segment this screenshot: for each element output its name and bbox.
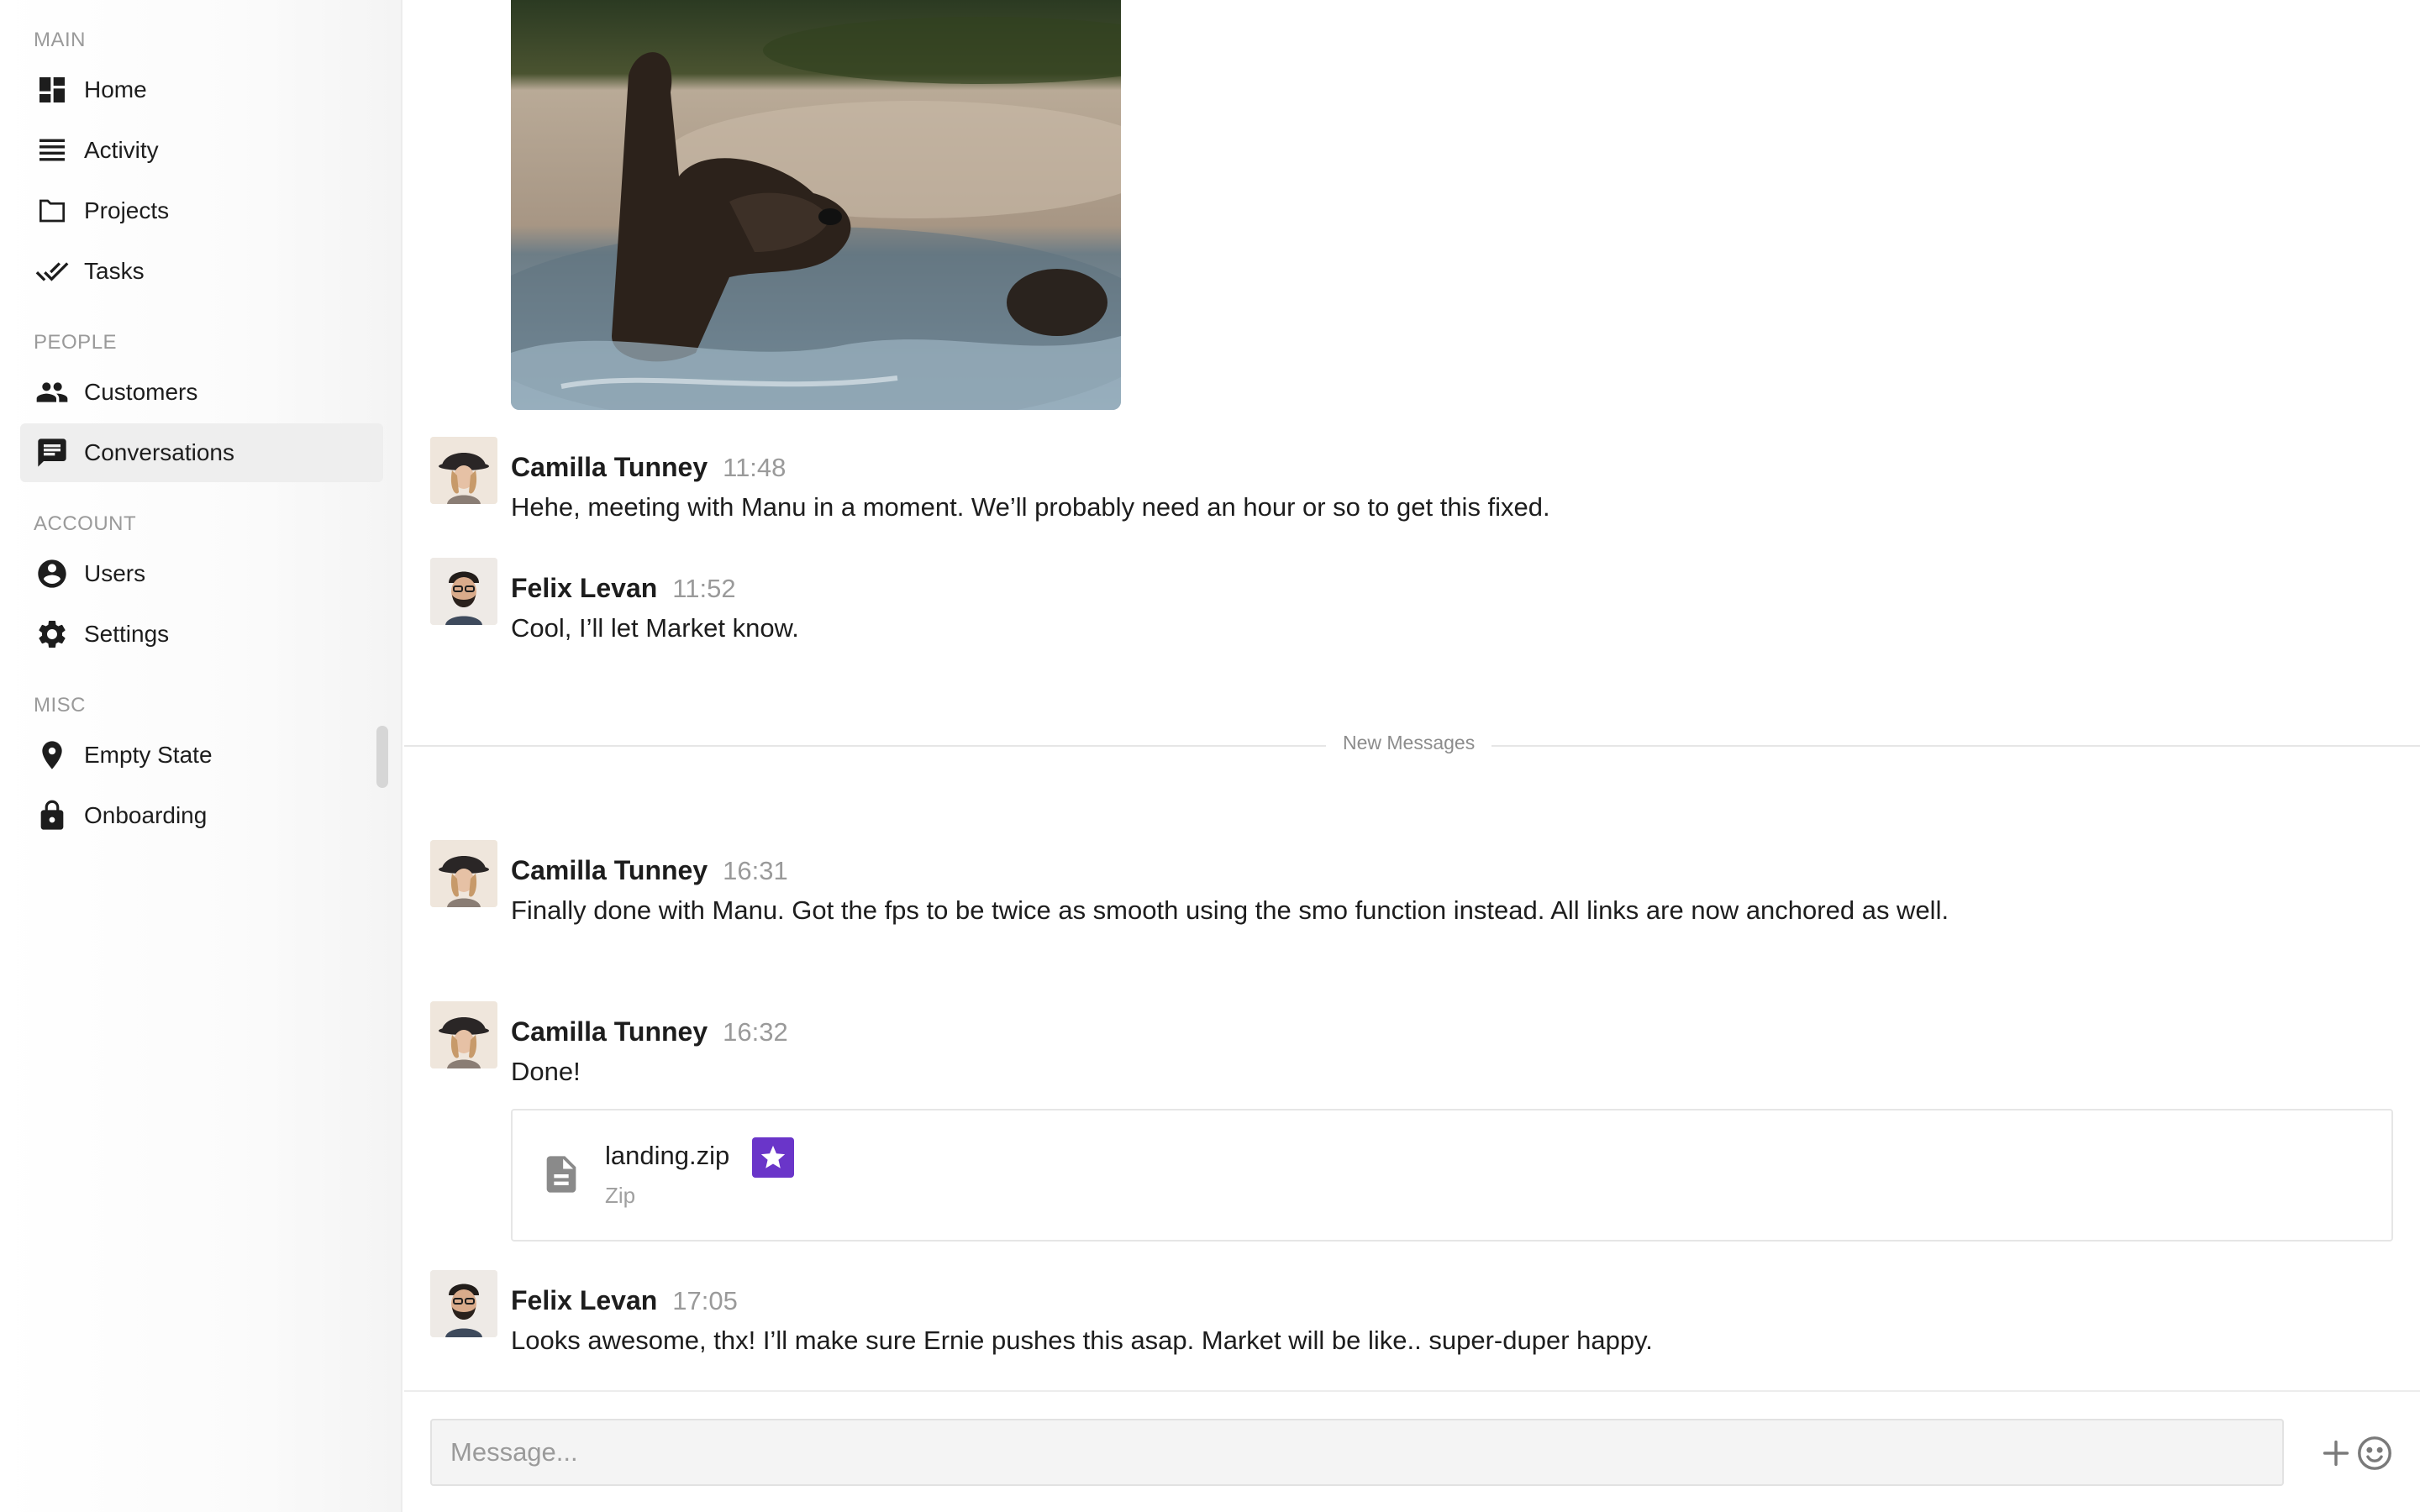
- message-author[interactable]: Camilla Tunney: [511, 452, 708, 483]
- section-title-account: ACCOUNT: [34, 512, 137, 535]
- message-header: Camilla Tunney 16:32: [511, 1016, 788, 1047]
- star-icon[interactable]: [752, 1137, 794, 1178]
- section-title-misc: MISC: [34, 694, 86, 717]
- message-item: Camilla Tunney 16:32 Done!: [430, 1001, 2400, 1094]
- message-item: Felix Levan 11:52 Cool, I’ll let Market …: [430, 558, 2400, 650]
- avatar[interactable]: [430, 840, 497, 907]
- file-type: Zip: [605, 1183, 636, 1208]
- message-author[interactable]: Camilla Tunney: [511, 855, 708, 886]
- sidebar: MAIN Home Activity Projects Tasks PEOPLE…: [0, 0, 402, 1512]
- dashboard-icon: [35, 73, 69, 107]
- conversation-panel: Camilla Tunney 11:48 Hehe, meeting with …: [404, 0, 2420, 1512]
- sidebar-item-label: Onboarding: [84, 802, 208, 828]
- sidebar-item-label: Customers: [84, 379, 198, 405]
- message-text: Done!: [511, 1057, 581, 1086]
- lock-icon: [35, 799, 69, 832]
- message-header: Felix Levan 11:52: [511, 573, 736, 604]
- message-header: Camilla Tunney 16:31: [511, 855, 788, 886]
- message-input[interactable]: [430, 1419, 2284, 1486]
- sidebar-item-label: Projects: [84, 197, 170, 223]
- folder-icon: [35, 194, 69, 228]
- message-text: Cool, I’ll let Market know.: [511, 613, 799, 643]
- people-icon: [35, 375, 69, 409]
- sidebar-item-label: Empty State: [84, 742, 213, 768]
- sidebar-item-onboarding[interactable]: Onboarding: [20, 786, 383, 845]
- new-messages-label: New Messages: [1326, 732, 1492, 754]
- sidebar-item-settings[interactable]: Settings: [20, 605, 383, 664]
- sidebar-item-projects[interactable]: Projects: [20, 181, 383, 240]
- sidebar-item-label: Activity: [84, 137, 159, 163]
- double-check-icon: [35, 255, 69, 288]
- message-item: Camilla Tunney 11:48 Hehe, meeting with …: [430, 437, 2400, 529]
- sidebar-item-tasks[interactable]: Tasks: [20, 242, 383, 301]
- file-attachment[interactable]: landing.zip Zip: [511, 1109, 2393, 1242]
- sidebar-item-users[interactable]: Users: [20, 544, 383, 603]
- message-text: Looks awesome, thx! I’ll make sure Ernie…: [511, 1326, 1653, 1355]
- section-title-main: MAIN: [34, 29, 86, 51]
- message-item: Camilla Tunney 16:31 Finally done with M…: [430, 840, 2400, 932]
- message-header: Felix Levan 17:05: [511, 1285, 738, 1316]
- message-header: Camilla Tunney 11:48: [511, 452, 786, 483]
- sidebar-scrollbar[interactable]: [376, 726, 388, 788]
- file-name[interactable]: landing.zip: [605, 1141, 729, 1171]
- avatar[interactable]: [430, 558, 497, 625]
- avatar[interactable]: [430, 437, 497, 504]
- sidebar-item-label: Home: [84, 76, 147, 102]
- location-pin-icon: [35, 738, 69, 772]
- message-author[interactable]: Felix Levan: [511, 1285, 657, 1316]
- file-icon: [539, 1152, 583, 1196]
- sidebar-item-activity[interactable]: Activity: [20, 121, 383, 180]
- gear-icon: [35, 617, 69, 651]
- section-title-people: PEOPLE: [34, 331, 118, 354]
- sidebar-item-conversations[interactable]: Conversations: [20, 423, 383, 482]
- composer-bar: [404, 1390, 2420, 1512]
- message-item: Felix Levan 17:05 Looks awesome, thx! I’…: [430, 1270, 2400, 1362]
- sidebar-item-label: Tasks: [84, 258, 145, 284]
- sidebar-item-empty-state[interactable]: Empty State: [20, 726, 383, 785]
- message-timestamp: 17:05: [672, 1286, 738, 1315]
- list-icon: [35, 134, 69, 167]
- sidebar-item-label: Conversations: [84, 439, 234, 465]
- message-author[interactable]: Felix Levan: [511, 573, 657, 604]
- account-circle-icon: [35, 557, 69, 591]
- sidebar-item-customers[interactable]: Customers: [20, 363, 383, 422]
- message-image[interactable]: [511, 0, 1121, 410]
- message-timestamp: 16:32: [723, 1017, 788, 1047]
- message-text: Hehe, meeting with Manu in a moment. We’…: [511, 492, 1550, 522]
- sidebar-item-home[interactable]: Home: [20, 60, 383, 119]
- avatar[interactable]: [430, 1270, 497, 1337]
- message-timestamp: 16:31: [723, 856, 788, 885]
- sidebar-item-label: Settings: [84, 621, 170, 647]
- message-timestamp: 11:52: [672, 574, 736, 603]
- sidebar-item-label: Users: [84, 560, 146, 586]
- message-text: Finally done with Manu. Got the fps to b…: [511, 895, 1949, 925]
- avatar[interactable]: [430, 1001, 497, 1068]
- message-timestamp: 11:48: [723, 453, 786, 482]
- add-icon[interactable]: [2317, 1434, 2355, 1473]
- emoji-icon[interactable]: [2355, 1434, 2394, 1473]
- message-author[interactable]: Camilla Tunney: [511, 1016, 708, 1047]
- chat-icon: [35, 436, 69, 470]
